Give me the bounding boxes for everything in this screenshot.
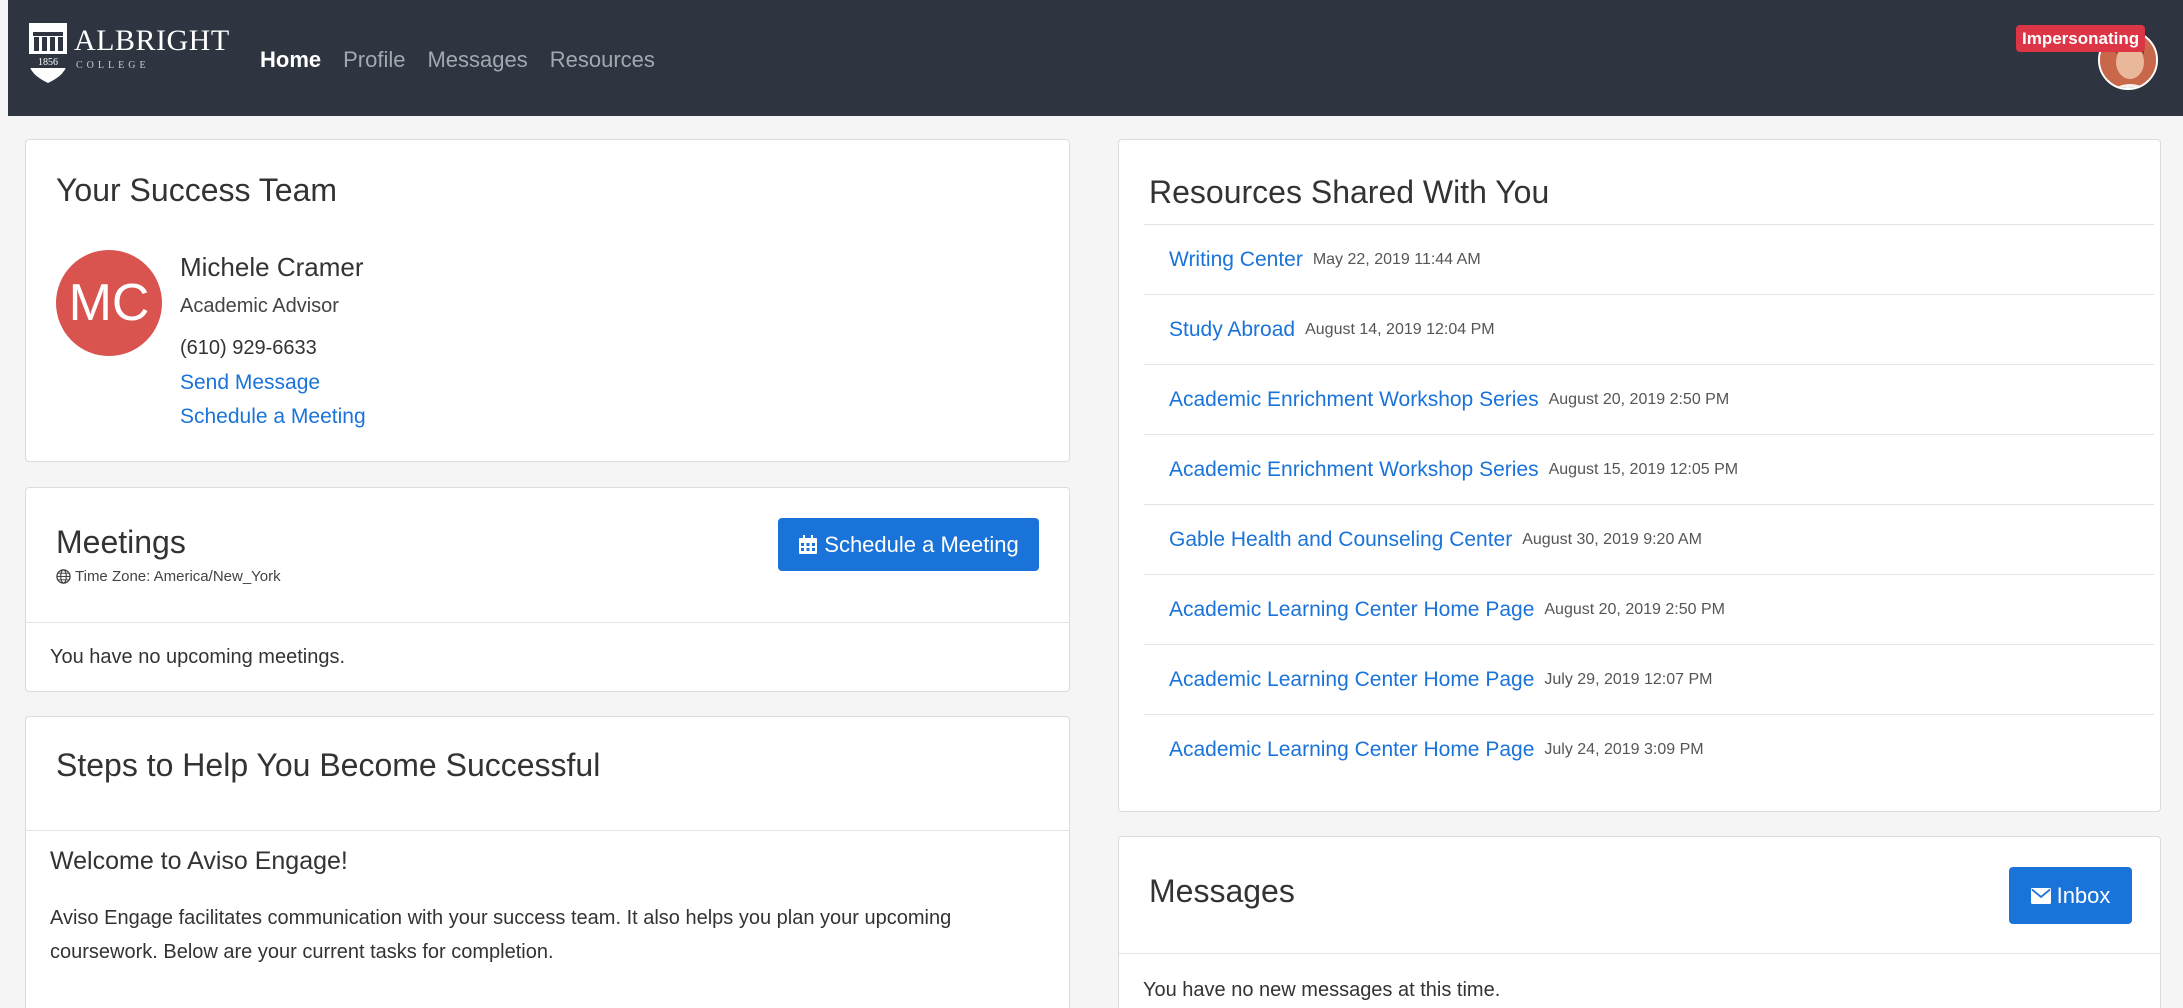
advisor-phone: (610) 929-6633 <box>180 337 317 359</box>
meetings-divider <box>26 622 1069 623</box>
calendar-icon <box>799 534 818 554</box>
timezone-label: Time Zone: America/New_York <box>56 568 281 585</box>
resource-date: August 30, 2019 9:20 AM <box>1522 530 1702 548</box>
envelope-icon <box>2030 887 2051 904</box>
advisor-avatar: MC <box>56 250 162 356</box>
nav-messages[interactable]: Messages <box>427 47 527 73</box>
resource-item: Study Abroad August 14, 2019 12:04 PM <box>1144 294 2154 364</box>
steps-card: Steps to Help You Become Successful Welc… <box>25 716 1070 1008</box>
resource-date: August 20, 2019 2:50 PM <box>1544 600 1725 618</box>
resource-link[interactable]: Writing Center <box>1169 248 1303 272</box>
globe-icon <box>56 569 71 584</box>
top-navbar: 1856 ALBRIGHT COLLEGE Home Profile Messa… <box>8 0 2183 116</box>
resource-item: Academic Enrichment Workshop Series Augu… <box>1144 364 2154 434</box>
meetings-empty-text: You have no upcoming meetings. <box>50 646 346 668</box>
resource-link[interactable]: Academic Learning Center Home Page <box>1169 668 1534 692</box>
steps-title: Steps to Help You Become Successful <box>56 747 601 783</box>
albright-logo[interactable]: 1856 ALBRIGHT COLLEGE <box>28 22 250 92</box>
shield-logo-icon: 1856 <box>29 23 67 83</box>
resource-link[interactable]: Gable Health and Counseling Center <box>1169 528 1512 552</box>
resource-date: August 15, 2019 12:05 PM <box>1548 460 1739 478</box>
resource-item: Academic Learning Center Home Page July … <box>1144 714 2154 784</box>
resource-date: July 29, 2019 12:07 PM <box>1544 670 1713 688</box>
messages-divider <box>1119 953 2160 954</box>
schedule-meeting-button[interactable]: Schedule a Meeting <box>778 518 1039 571</box>
resource-link[interactable]: Academic Learning Center Home Page <box>1169 598 1534 622</box>
impersonating-badge: Impersonating <box>2016 25 2146 52</box>
main-nav: Home Profile Messages Resources <box>260 47 677 73</box>
advisor-role: Academic Advisor <box>180 295 339 317</box>
resource-date: July 24, 2019 3:09 PM <box>1544 740 1704 758</box>
success-team-card: Your Success Team MC Michele Cramer Acad… <box>25 139 1070 462</box>
welcome-body: Aviso Engage facilitates communication w… <box>50 907 952 963</box>
messages-card: Messages Inbox You have no new messages … <box>1118 836 2161 1008</box>
inbox-button[interactable]: Inbox <box>2009 867 2132 924</box>
advisor-name: Michele Cramer <box>180 252 364 282</box>
logo-subtitle: COLLEGE <box>76 60 150 71</box>
messages-empty-text: You have no new messages at this time. <box>1143 979 1501 1001</box>
resource-item: Academic Learning Center Home Page Augus… <box>1144 574 2154 644</box>
resource-link[interactable]: Study Abroad <box>1169 318 1295 342</box>
resource-date: August 14, 2019 12:04 PM <box>1305 320 1495 338</box>
steps-divider <box>26 830 1069 831</box>
resource-item: Academic Learning Center Home Page July … <box>1144 644 2154 714</box>
schedule-meeting-button-label: Schedule a Meeting <box>824 531 1019 557</box>
resource-item: Gable Health and Counseling Center Augus… <box>1144 504 2154 574</box>
resource-link[interactable]: Academic Enrichment Workshop Series <box>1169 388 1539 412</box>
resources-card: Resources Shared With You Writing Center… <box>1118 139 2161 812</box>
resource-date: August 20, 2019 2:50 PM <box>1548 390 1730 408</box>
resource-item: Writing Center May 22, 2019 11:44 AM <box>1144 224 2154 294</box>
messages-title: Messages <box>1149 873 1295 909</box>
meetings-title: Meetings <box>56 524 186 560</box>
nav-resources[interactable]: Resources <box>550 47 655 73</box>
nav-profile[interactable]: Profile <box>343 47 405 73</box>
resource-item: Academic Enrichment Workshop Series Augu… <box>1144 434 2154 504</box>
meetings-card: Meetings Time Zone: America/New_York Sch… <box>25 487 1070 692</box>
success-team-title: Your Success Team <box>56 172 338 208</box>
schedule-meeting-link[interactable]: Schedule a Meeting <box>180 405 366 429</box>
resource-link[interactable]: Academic Enrichment Workshop Series <box>1169 458 1539 482</box>
inbox-button-label: Inbox <box>2056 882 2111 908</box>
send-message-link[interactable]: Send Message <box>180 371 320 395</box>
resource-link[interactable]: Academic Learning Center Home Page <box>1169 738 1534 762</box>
welcome-title: Welcome to Aviso Engage! <box>50 847 348 875</box>
timezone-text: Time Zone: America/New_York <box>75 568 281 585</box>
logo-year: 1856 <box>38 57 58 68</box>
resources-list: Writing Center May 22, 2019 11:44 AM Stu… <box>1144 224 2154 784</box>
resources-title: Resources Shared With You <box>1149 174 1550 210</box>
logo-name: ALBRIGHT <box>74 24 230 57</box>
nav-home[interactable]: Home <box>260 47 321 73</box>
resource-date: May 22, 2019 11:44 AM <box>1312 250 1481 268</box>
